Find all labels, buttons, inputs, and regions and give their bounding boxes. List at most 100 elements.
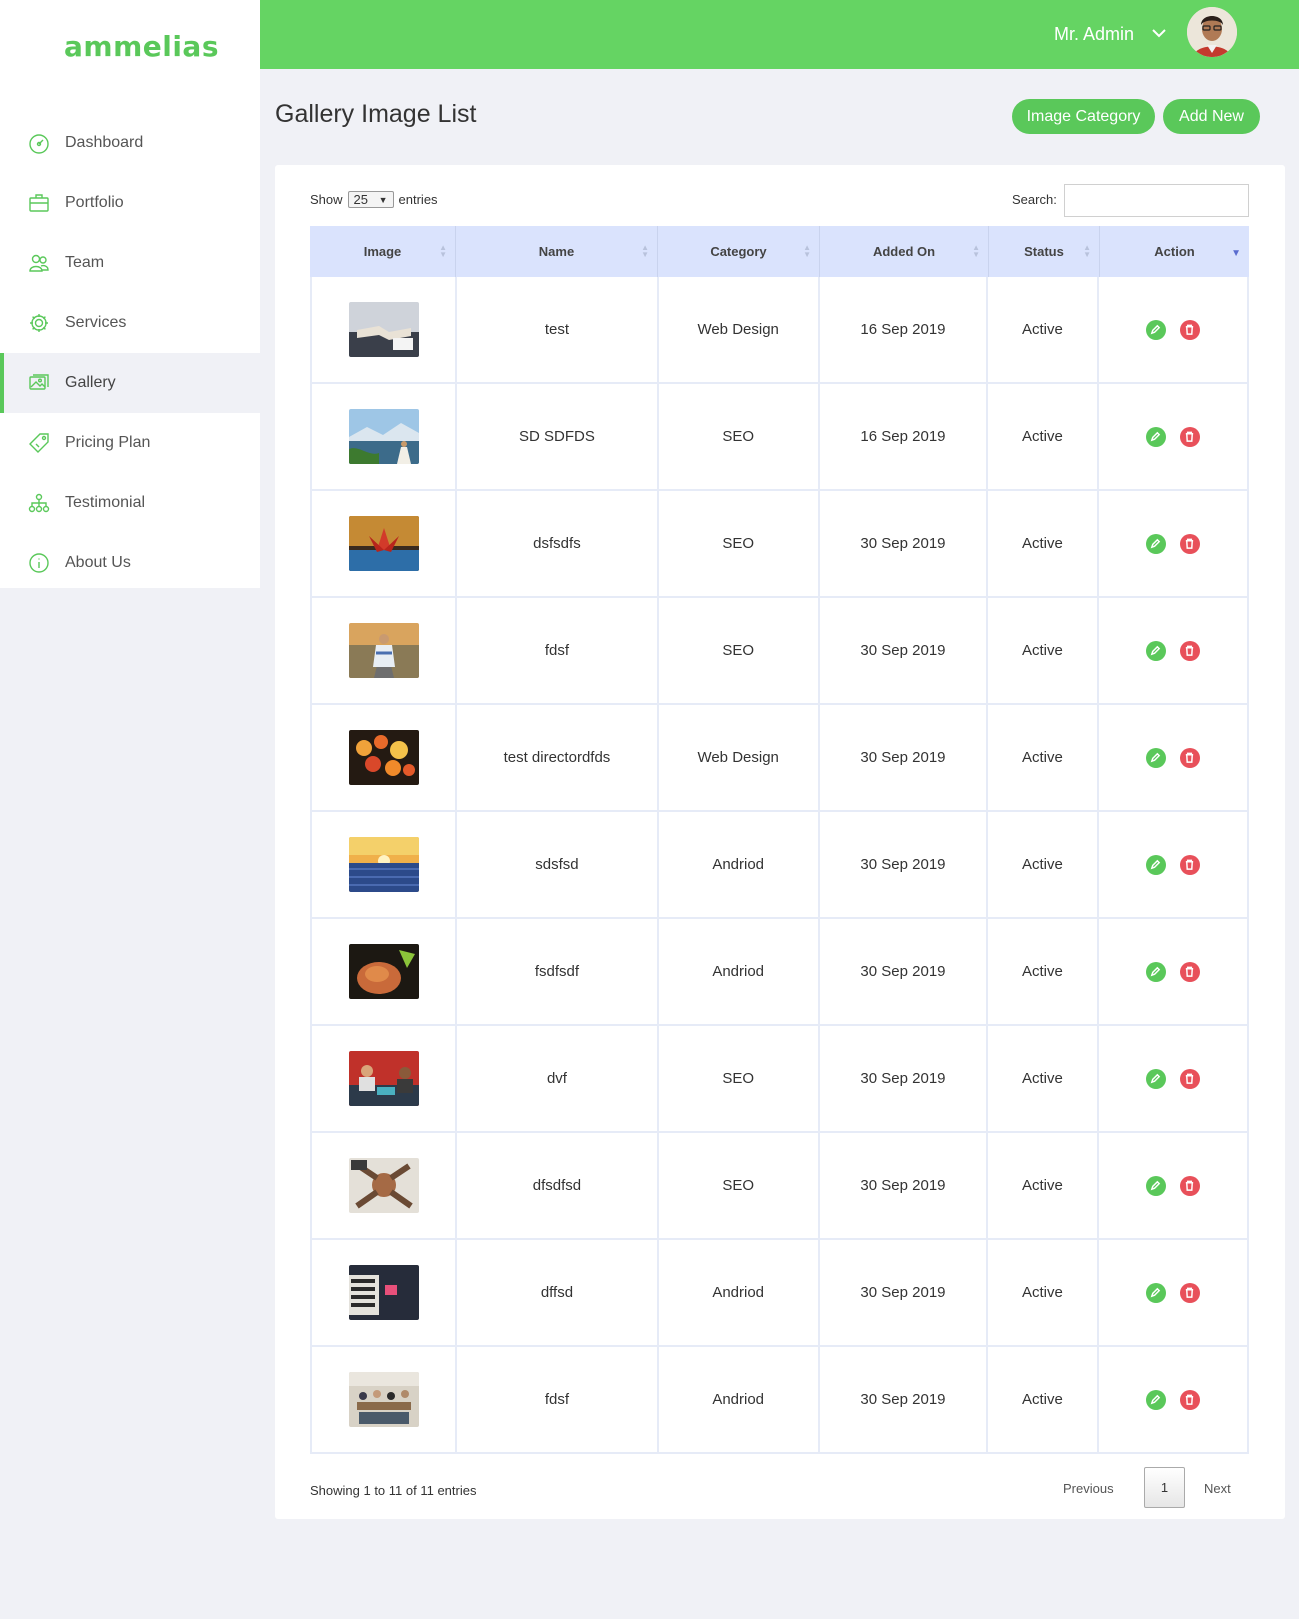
gallery-thumbnail[interactable]: [348, 1158, 419, 1213]
show-label: Show: [310, 192, 343, 207]
added-on-cell: 30 Sep 2019: [820, 1240, 989, 1345]
gallery-thumbnail[interactable]: [348, 1051, 419, 1106]
action-cell: [1099, 1347, 1247, 1452]
column-header-category[interactable]: Category ▲ ▼: [658, 226, 820, 277]
gallery-thumbnail[interactable]: [348, 516, 419, 571]
previous-page-button[interactable]: Previous: [1063, 1481, 1114, 1496]
added-on-cell: 30 Sep 2019: [820, 812, 989, 917]
edit-button[interactable]: [1145, 1389, 1166, 1410]
delete-button[interactable]: [1179, 319, 1200, 340]
edit-button[interactable]: [1145, 426, 1166, 447]
edit-button[interactable]: [1145, 854, 1166, 875]
sidebar-item-gallery[interactable]: Gallery: [0, 353, 260, 413]
add-new-button[interactable]: Add New: [1163, 99, 1260, 134]
gallery-thumbnail[interactable]: [348, 623, 419, 678]
column-header-label: Category: [710, 244, 767, 259]
delete-button[interactable]: [1179, 426, 1200, 447]
gallery-thumbnail[interactable]: [348, 1265, 419, 1320]
sidebar-item-testimonial[interactable]: Testimonial: [0, 473, 260, 533]
delete-button[interactable]: [1179, 1068, 1200, 1089]
action-cell: [1099, 598, 1247, 703]
edit-button[interactable]: [1145, 1068, 1166, 1089]
category-cell: Andriod: [659, 1347, 820, 1452]
trash-icon: [1186, 538, 1194, 549]
delete-button[interactable]: [1179, 961, 1200, 982]
sidebar-item-portfolio[interactable]: Portfolio: [0, 173, 260, 233]
gallery-thumbnail[interactable]: [348, 837, 419, 892]
edit-button[interactable]: [1145, 747, 1166, 768]
category-cell: Web Design: [659, 705, 820, 810]
edit-button[interactable]: [1145, 1175, 1166, 1196]
avatar[interactable]: [1187, 7, 1237, 57]
sidebar-item-label: Gallery: [65, 374, 116, 391]
trash-icon: [1186, 1180, 1194, 1191]
top-bar: Mr. Admin: [260, 0, 1299, 69]
column-header-name[interactable]: Name ▲ ▼: [456, 226, 658, 277]
edit-button[interactable]: [1145, 961, 1166, 982]
trash-icon: [1186, 1394, 1194, 1405]
sidebar-item-label: Testimonial: [65, 494, 146, 511]
column-header-action[interactable]: Action ▼: [1100, 226, 1249, 277]
delete-button[interactable]: [1179, 640, 1200, 661]
gallery-thumbnail[interactable]: [348, 944, 419, 999]
pencil-icon: [1150, 752, 1161, 763]
column-header-image[interactable]: Image ▲ ▼: [310, 226, 456, 277]
delete-button[interactable]: [1179, 1175, 1200, 1196]
status-cell: Active: [988, 491, 1099, 596]
next-page-button[interactable]: Next: [1204, 1481, 1231, 1496]
name-cell: dffsd: [457, 1240, 659, 1345]
edit-button[interactable]: [1145, 319, 1166, 340]
page-1-button[interactable]: 1: [1144, 1467, 1185, 1508]
sort-icon: ▲ ▼: [1083, 243, 1091, 259]
user-name[interactable]: Mr. Admin: [1054, 24, 1134, 45]
sidebar-item-team[interactable]: Team: [0, 233, 260, 293]
action-cell: [1099, 491, 1247, 596]
pencil-icon: [1150, 1180, 1161, 1191]
gallery-thumbnail[interactable]: [348, 409, 419, 464]
brand-logo[interactable]: ammelias: [64, 30, 219, 63]
edit-button[interactable]: [1145, 1282, 1166, 1303]
gallery-thumbnail[interactable]: [348, 730, 419, 785]
gallery-thumbnail[interactable]: [348, 1372, 419, 1427]
gallery-thumbnail[interactable]: [348, 302, 419, 357]
table-row: sdsfsd Andriod 30 Sep 2019 Active: [310, 812, 1249, 919]
edit-button[interactable]: [1145, 640, 1166, 661]
pencil-icon: [1150, 431, 1161, 442]
action-cell: [1099, 1240, 1247, 1345]
sidebar-item-services[interactable]: Services: [0, 293, 260, 353]
table-body: test Web Design 16 Sep 2019 Active SD SD…: [310, 277, 1249, 1454]
delete-button[interactable]: [1179, 1389, 1200, 1410]
table-row: SD SDFDS SEO 16 Sep 2019 Active: [310, 384, 1249, 491]
sidebar-item-label: Services: [65, 314, 127, 331]
table-row: dvf SEO 30 Sep 2019 Active: [310, 1026, 1249, 1133]
pencil-icon: [1150, 1394, 1161, 1405]
sidebar-item-dashboard[interactable]: Dashboard: [0, 113, 260, 173]
search-input[interactable]: [1064, 184, 1249, 217]
added-on-cell: 16 Sep 2019: [820, 277, 989, 382]
column-header-added-on[interactable]: Added On ▲ ▼: [820, 226, 989, 277]
edit-button[interactable]: [1145, 533, 1166, 554]
delete-button[interactable]: [1179, 747, 1200, 768]
column-header-status[interactable]: Status ▲ ▼: [989, 226, 1100, 277]
delete-button[interactable]: [1179, 533, 1200, 554]
added-on-cell: 30 Sep 2019: [820, 705, 989, 810]
action-cell: [1099, 384, 1247, 489]
show-entries-control: Show 25 ▼ entries: [310, 191, 438, 208]
delete-button[interactable]: [1179, 1282, 1200, 1303]
delete-button[interactable]: [1179, 854, 1200, 875]
column-header-label: Image: [363, 244, 402, 259]
status-cell: Active: [988, 1026, 1099, 1131]
table-row: test directordfds Web Design 30 Sep 2019…: [310, 705, 1249, 812]
table-row: dfsdfsd SEO 30 Sep 2019 Active: [310, 1133, 1249, 1240]
image-category-button[interactable]: Image Category: [1012, 99, 1155, 134]
action-cell: [1099, 1026, 1247, 1131]
entries-select[interactable]: 25 ▼: [347, 191, 394, 208]
sidebar-item-pricing-plan[interactable]: Pricing Plan: [0, 413, 260, 473]
sidebar-item-about-us[interactable]: About Us: [0, 533, 260, 593]
chevron-down-icon[interactable]: [1150, 24, 1168, 42]
pagination-info: Showing 1 to 11 of 11 entries: [310, 1483, 477, 1498]
gear-icon: [28, 312, 50, 334]
column-header-label: Status: [1024, 244, 1064, 259]
trash-icon: [1186, 859, 1194, 870]
entries-label: entries: [398, 192, 438, 207]
